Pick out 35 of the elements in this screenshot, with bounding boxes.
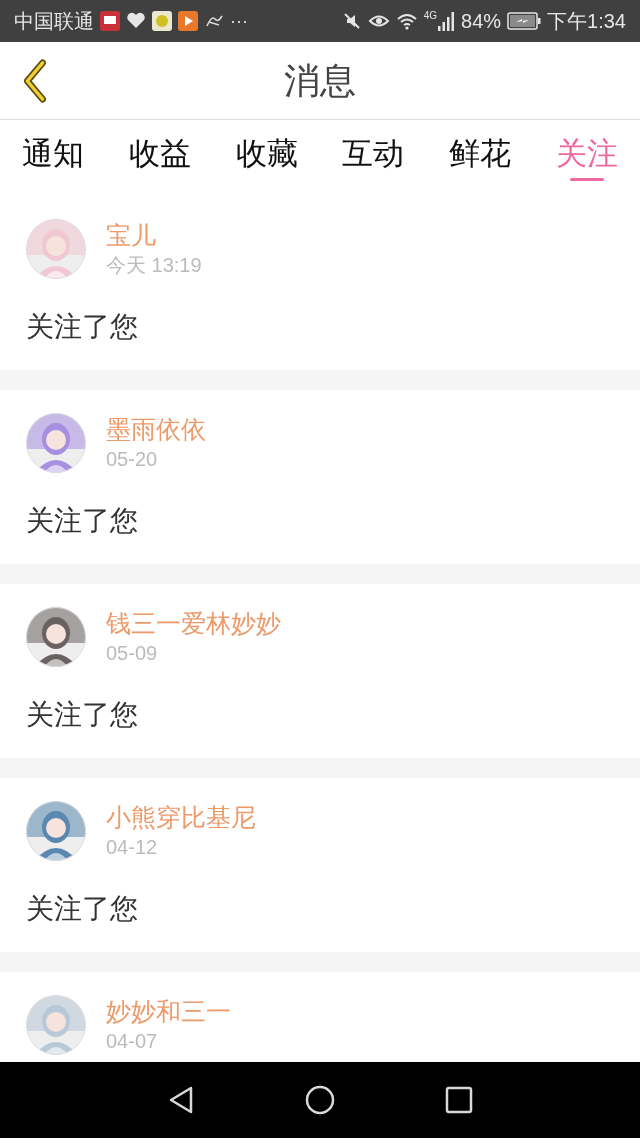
message-card[interactable]: 小熊穿比基尼 04-12 关注了您 [0,778,640,952]
message-time: 04-07 [106,1029,159,1054]
signal-icon [437,11,456,31]
message-time: 今天 13:19 [106,253,202,278]
network-type: 4G [423,11,438,21]
battery-charging-icon [507,12,542,30]
chat-app-icon [152,11,172,31]
tab[interactable]: 互动 [342,134,405,181]
tab[interactable]: 鲜花 [449,134,512,181]
play-app-icon [178,11,198,31]
heart-icon [126,11,146,31]
message-text: 关注了您 [26,506,139,536]
tab[interactable]: 收益 [128,134,191,181]
message-time: 04-12 [106,835,159,860]
recent-apps-icon[interactable] [445,1086,473,1114]
home-icon[interactable] [305,1085,335,1115]
message-text: 关注了您 [26,700,139,730]
carrier-name: 中国联通 [14,9,94,34]
message-card[interactable]: 墨雨依依 05-20 关注了您 [0,390,640,564]
message-text: 关注了您 [26,894,139,924]
message-card[interactable]: 钱三一爱林妙妙 05-09 关注了您 [0,584,640,758]
back-icon[interactable] [167,1085,195,1115]
wifi-icon [395,11,418,31]
message-text: 关注了您 [26,312,139,342]
message-time: 05-09 [106,641,159,666]
message-card[interactable]: 宝儿 今天 13:19 关注了您 [0,196,640,370]
tab[interactable]: 收藏 [235,134,298,181]
mute-icon [341,11,362,31]
clock: 下午1:34 [547,9,626,34]
message-time: 05-20 [106,447,159,472]
tab[interactable]: 通知 [22,134,84,181]
battery-percent: 84% [461,9,502,34]
app-icon [100,11,120,31]
page-title: 消息 [284,58,356,103]
more-notifications: ··· [230,9,248,33]
